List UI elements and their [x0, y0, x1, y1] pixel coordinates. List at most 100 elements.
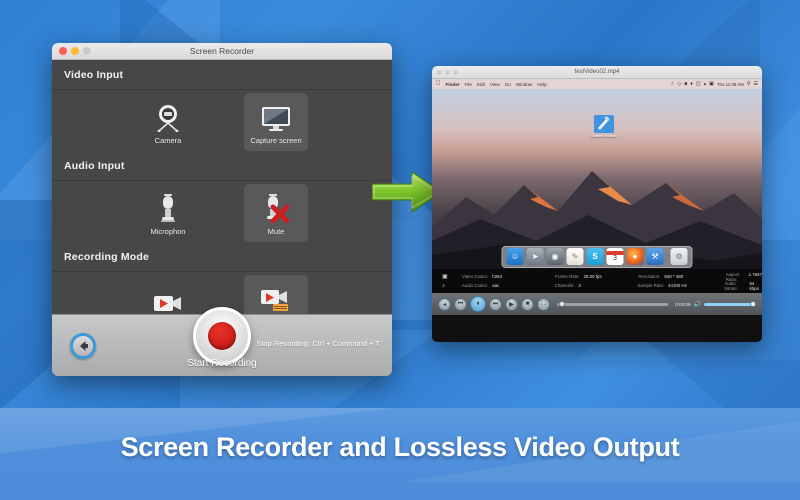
apple-icon[interactable]:  [436, 81, 441, 87]
option-label: Camera [154, 135, 182, 145]
section-heading-video-input: Video Input [64, 69, 124, 81]
info-value: 64 kbps [749, 280, 759, 291]
menubar-clock[interactable]: Thu 11:48 AM [717, 82, 744, 87]
start-recording-button[interactable] [193, 307, 251, 365]
notes-icon[interactable]: ✎ [566, 248, 584, 265]
menu-item-file[interactable]: File [465, 82, 472, 87]
elapsed-time: 0:00:09 [675, 301, 691, 307]
bluetooth-icon[interactable]: ♦ [690, 81, 693, 87]
promo-banner: Screen Recorder and Lossless Video Outpu… [0, 408, 800, 500]
screen-recorder-window: Screen Recorder Video Input Camera Captu… [52, 43, 392, 376]
dropbox-icon[interactable]: ◇ [677, 81, 681, 87]
menu-item-edit[interactable]: Edit [477, 82, 485, 87]
battery-icon[interactable]: ◫ [696, 81, 701, 87]
option-camera[interactable]: Camera [136, 93, 200, 151]
info-value: 848 * 480 [664, 274, 684, 279]
fullscreen-button[interactable]: ⛶ [537, 297, 550, 311]
info-value: 25.00 fps [583, 274, 602, 279]
menu-item-window[interactable]: Window [516, 82, 532, 87]
safari-icon[interactable]: ◉ [546, 248, 564, 265]
info-key: Audio Codec: [461, 283, 489, 288]
player-titlebar: testVideo02.mp4 [432, 66, 762, 79]
wifi-icon[interactable]: ▴ [704, 81, 707, 87]
info-key: Frame Rate: [555, 274, 580, 279]
camcorder-lossless-icon [260, 282, 292, 314]
microphone-icon [159, 191, 177, 223]
media-info-panel: ▣ Video Codec: h264 Frame Rate: 25.00 fps … [432, 269, 762, 293]
camera-icon [155, 100, 181, 132]
info-key: Sample Rate: [637, 283, 665, 288]
finder-icon[interactable]: ☺ [506, 248, 524, 265]
player-window-title: testVideo02.mp4 [574, 69, 620, 75]
info-value: 44100 Hz [668, 283, 687, 288]
skype-icon[interactable]: S [586, 248, 604, 265]
macos-dock: ☺ ➤ ◉ ✎ S 3 ● ⚒ ⚙ [501, 246, 693, 268]
camcorder-icon [153, 282, 183, 314]
menu-item-view[interactable]: View [490, 82, 500, 87]
rewind-button[interactable]: ◂ [438, 297, 451, 311]
start-recording-label: Start Recording [187, 358, 257, 369]
info-key: Video Codec: [461, 274, 489, 279]
seek-slider[interactable] [557, 300, 669, 307]
option-microphone[interactable]: Microphon [136, 184, 200, 242]
pause-button[interactable]: ⏸ [470, 296, 486, 312]
audio-input-options: Microphon Mute [52, 181, 392, 242]
option-mute[interactable]: Mute [244, 184, 308, 242]
info-value: 2 [578, 283, 581, 288]
recorder-body: Video Input Camera Capture screen Audio … [52, 60, 392, 333]
microphone-mute-icon [263, 191, 289, 223]
monitor-icon [261, 100, 291, 132]
desktop-icon-label: ScreenRecorder [590, 134, 618, 138]
desktop-app-icon[interactable]: ScreenRecorder [587, 115, 621, 138]
menu-item-go[interactable]: Go [505, 82, 511, 87]
info-key: Channels: [554, 283, 575, 288]
section-heading-audio-input: Audio Input [64, 160, 125, 172]
info-key: Resolution: [638, 274, 661, 279]
banner-headline: Screen Recorder and Lossless Video Outpu… [120, 432, 680, 462]
launchpad-icon[interactable]: ➤ [526, 248, 544, 265]
calendar-icon[interactable]: 3 [606, 248, 624, 265]
menu-item-finder[interactable]: Finder [446, 82, 460, 87]
music-note-icon: ♪ [442, 282, 445, 289]
volume-slider[interactable] [704, 300, 756, 307]
recorder-window-title: Screen Recorder [189, 46, 255, 56]
info-value: aac [492, 283, 500, 288]
play-button[interactable]: ▶ [505, 297, 518, 311]
option-capture-screen[interactable]: Capture screen [244, 93, 308, 151]
video-input-options: Camera Capture screen [52, 90, 392, 151]
volume-knob[interactable] [750, 300, 756, 307]
back-arrow-icon[interactable] [70, 333, 96, 359]
stop-recording-hint: Stop Recording: Ctrl + Commond + T [256, 339, 380, 348]
app-icon [594, 115, 614, 133]
section-heading-recording-mode: Recording Mode [64, 251, 150, 263]
video-player-window: testVideo02.mp4  Finder File Edit View … [432, 66, 762, 342]
trash-icon[interactable]: ⚙ [670, 248, 688, 265]
info-key: Audio bitrate: [724, 280, 738, 291]
previous-button[interactable]: ⏮ [454, 297, 467, 311]
recorded-desktop-video[interactable]:  Finder File Edit View Go Window Help ☃… [432, 79, 762, 269]
xcode-icon[interactable]: ⚒ [646, 248, 664, 265]
option-label: Microphon [150, 226, 186, 236]
record-indicator [208, 322, 236, 350]
recorder-footer: Start Recording Stop Recording: Ctrl + C… [52, 307, 392, 376]
option-label: Capture screen [250, 135, 302, 145]
video-frame-icon: ▣ [442, 274, 448, 280]
display-icon[interactable]: ▣ [709, 81, 714, 87]
screenshot-stage: Screen Recorder Video Input Camera Captu… [0, 0, 800, 500]
user-icon[interactable]: ☃ [670, 81, 674, 87]
volume-icon[interactable]: 🔊 [694, 301, 701, 308]
option-label: Mute [267, 226, 285, 236]
next-button[interactable]: ⏭ [489, 297, 502, 311]
firefox-icon[interactable]: ● [626, 248, 644, 265]
seek-knob[interactable] [559, 300, 565, 307]
menu-item-help[interactable]: Help [537, 82, 546, 87]
media-info-row-video: ▣ Video Codec: h264 Frame Rate: 25.00 fps … [432, 272, 762, 282]
recorder-titlebar: Screen Recorder [52, 43, 392, 60]
control-center-icon[interactable]: ☰ [754, 81, 758, 87]
macos-menubar:  Finder File Edit View Go Window Help ☃… [432, 79, 762, 89]
media-info-row-audio: ♪ Audio Codec: aac Channels: 2 Sample Rate… [432, 280, 762, 291]
stop-button[interactable]: ■ [521, 297, 534, 311]
input-source-icon[interactable]: ■ [684, 81, 687, 87]
search-icon[interactable]: ⚲ [747, 81, 751, 87]
info-value: h264 [492, 274, 503, 279]
